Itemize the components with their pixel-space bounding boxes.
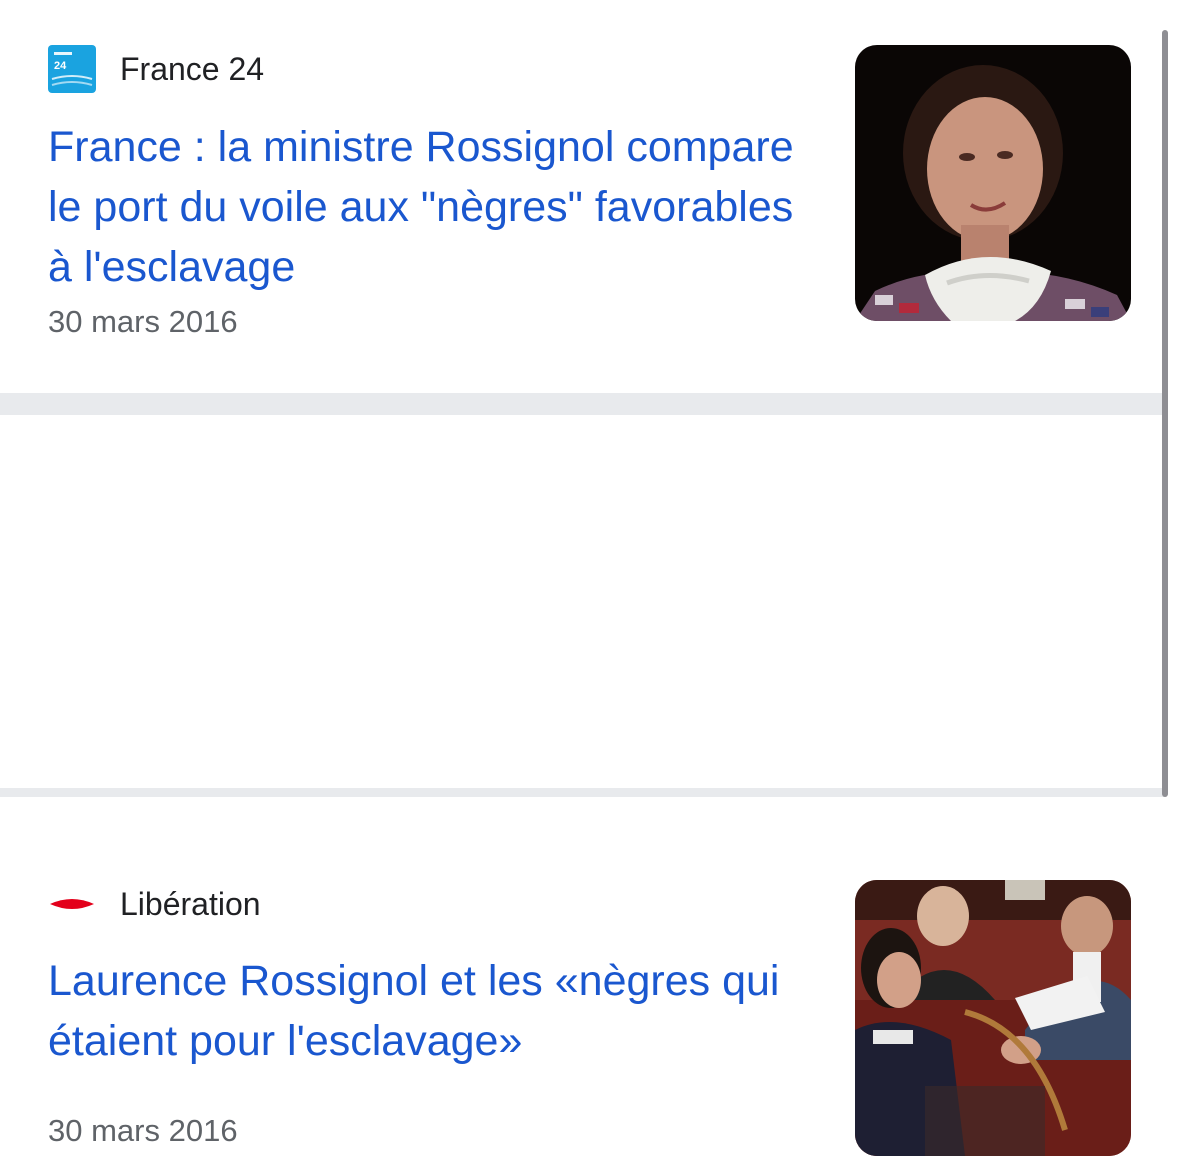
news-card-france24[interactable]: 24 France 24 France : la ministre Rossig… xyxy=(0,0,1166,393)
source-name: France 24 xyxy=(120,50,265,87)
source-row: 24 France 24 xyxy=(48,45,264,93)
card-divider xyxy=(0,393,1166,415)
article-headline-link[interactable]: Laurence Rossignol et les «nègres qui ét… xyxy=(48,951,818,1071)
svg-text:24: 24 xyxy=(54,60,67,72)
news-card-liberation[interactable]: Libération Laurence Rossignol et les «nè… xyxy=(0,415,1166,1156)
article-date: 30 mars 2016 xyxy=(48,304,238,339)
assembly-photo-thumbnail[interactable] xyxy=(855,880,1131,1156)
article-headline-link[interactable]: France : la ministre Rossignol compare l… xyxy=(48,117,818,297)
liberation-logo-icon xyxy=(48,880,96,928)
card-divider xyxy=(0,788,1166,797)
article-date: 30 mars 2016 xyxy=(48,1113,238,1148)
scrollbar-thumb[interactable] xyxy=(1162,30,1168,797)
source-name: Libération xyxy=(120,885,261,922)
france24-logo-icon: 24 xyxy=(48,45,96,93)
portrait-thumbnail[interactable] xyxy=(855,45,1131,321)
source-row: Libération xyxy=(48,882,261,926)
